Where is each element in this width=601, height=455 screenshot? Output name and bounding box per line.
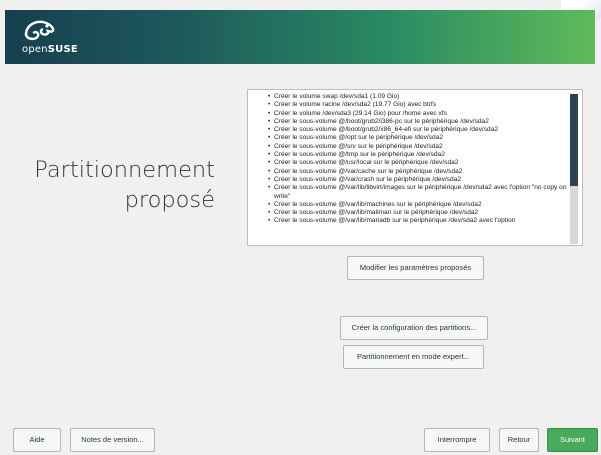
proposal-list: Créer le volume swap /dev/sda1 (1.09 Gio… — [248, 90, 582, 226]
release-notes-button[interactable]: Notes de version... — [70, 428, 155, 452]
brand-wordmark: openSUSE — [22, 44, 78, 55]
abort-button[interactable]: Interrompre — [424, 428, 490, 452]
proposal-item: Créer le sous-volume @/var/lib/mariadb s… — [268, 217, 568, 226]
page-title-line-1: Partitionnement — [34, 157, 215, 183]
modify-proposal-button[interactable]: Modifier les paramètres proposés — [347, 256, 484, 280]
installer-header: openSUSE — [5, 10, 595, 64]
proposal-item: Créer le volume racine /dev/sda2 (19.77 … — [268, 101, 568, 110]
proposal-item: Créer le volume /dev/sda3 (29.14 Gio) po… — [268, 110, 568, 119]
proposal-item: Créer le sous-volume @/boot/grub2/i386-p… — [268, 118, 568, 127]
proposal-scrollbar[interactable] — [570, 94, 578, 244]
expert-partitioner-button[interactable]: Partitionnement en mode expert... — [343, 345, 484, 369]
proposal-item: Créer le volume swap /dev/sda1 (1.09 Gio… — [268, 93, 568, 102]
scrollbar-thumb[interactable] — [570, 94, 578, 186]
chameleon-icon — [24, 20, 55, 41]
proposal-item: Créer le sous-volume @/boot/grub2/x86_64… — [268, 126, 568, 135]
back-button[interactable]: Retour — [499, 428, 539, 452]
proposal-item: Créer le sous-volume @/usr/local sur le … — [268, 159, 568, 168]
proposal-item: Créer le sous-volume @/var/lib/libvirt/i… — [268, 184, 568, 201]
help-button[interactable]: Aide — [13, 428, 61, 452]
proposal-item: Créer le sous-volume @/tmp sur le périph… — [268, 151, 568, 160]
proposal-item: Créer le sous-volume @/var/lib/mailman s… — [268, 209, 568, 218]
opensuse-logo: openSUSE — [20, 18, 100, 60]
proposal-summary-box[interactable]: Créer le volume swap /dev/sda1 (1.09 Gio… — [247, 89, 583, 246]
page-title-line-2: proposé — [124, 187, 215, 213]
proposal-item: Créer le sous-volume @/var/crash sur le … — [268, 176, 568, 185]
proposal-item: Créer le sous-volume @/var/lib/machines … — [268, 201, 568, 210]
proposal-item: Créer le sous-volume @/opt sur le périph… — [268, 134, 568, 143]
proposal-item: Créer le sous-volume @/var/cache sur le … — [268, 168, 568, 177]
proposal-item: Créer le sous-volume @/srv sur le périph… — [268, 143, 568, 152]
installer-window: openSUSE Partitionnement proposé Créer l… — [0, 0, 601, 455]
create-partition-config-button[interactable]: Créer la configuration des partitions... — [340, 316, 488, 340]
next-button[interactable]: Suivant — [547, 428, 598, 452]
page-title: Partitionnement proposé — [20, 155, 215, 215]
